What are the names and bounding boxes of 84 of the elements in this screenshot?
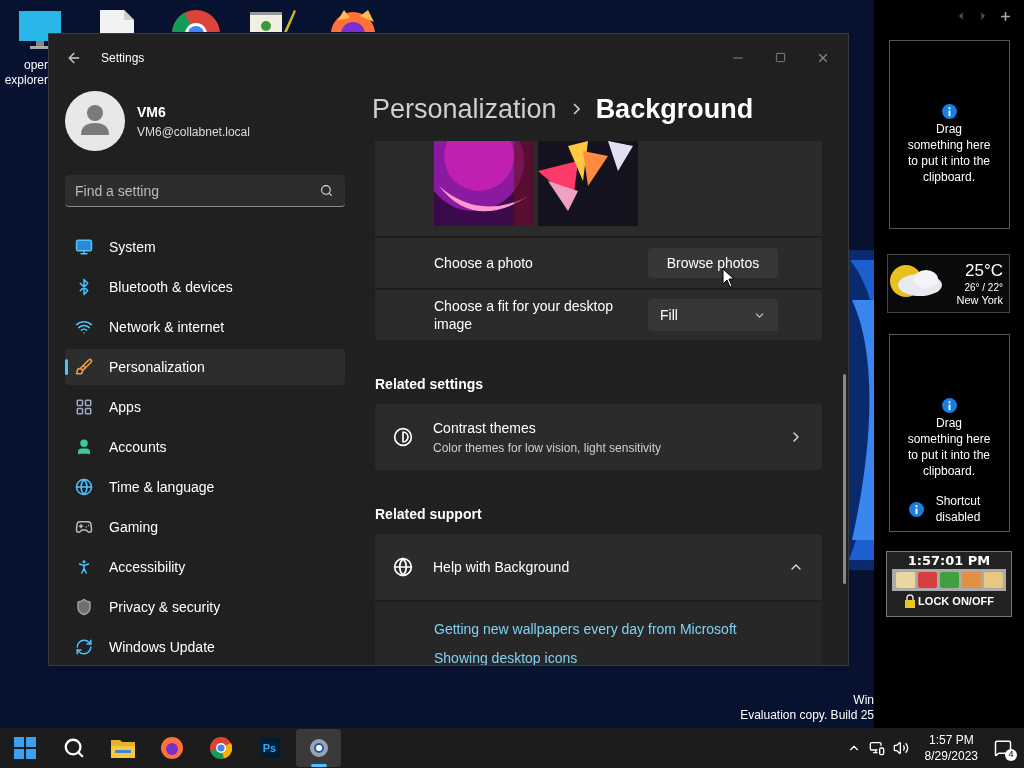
chevron-right-icon bbox=[572, 103, 580, 115]
gamepad-icon bbox=[75, 518, 93, 536]
shortcut-buttons-drawing[interactable] bbox=[892, 569, 1006, 591]
refresh-icon bbox=[75, 638, 93, 656]
nav-item[interactable]: Accounts bbox=[65, 429, 345, 465]
info-icon bbox=[941, 104, 957, 119]
nav-item[interactable]: Accessibility bbox=[65, 549, 345, 585]
nav-item[interactable]: Apps bbox=[65, 389, 345, 425]
clipboard-message: Drag something here to put it into the clipboard. bbox=[907, 415, 991, 479]
folder-icon bbox=[110, 738, 135, 758]
taskbar-button[interactable]: Ps bbox=[247, 729, 292, 767]
globe-icon bbox=[75, 478, 93, 496]
clipboard-message: Drag something here to put it into the clipboard. bbox=[907, 121, 991, 185]
card-title: Contrast themes bbox=[433, 418, 537, 438]
windows-logo-icon bbox=[13, 737, 36, 759]
volume-icon[interactable] bbox=[892, 740, 909, 756]
info-icon bbox=[909, 501, 924, 517]
clock-gadget[interactable]: 1:57:01 PM LOCK ON/OFF bbox=[886, 551, 1012, 617]
nav-item[interactable]: Time & language bbox=[65, 469, 345, 505]
taskbar-date[interactable]: 8/29/2023 bbox=[924, 748, 978, 764]
padlock-icon bbox=[904, 594, 917, 609]
help-link[interactable]: Showing desktop icons bbox=[434, 649, 822, 665]
chrome-icon bbox=[209, 737, 232, 759]
nav-item[interactable]: Bluetooth & devices bbox=[65, 269, 345, 305]
nav-item[interactable]: System bbox=[65, 229, 345, 265]
search-icon bbox=[62, 737, 85, 759]
breadcrumb-parent[interactable]: Personalization bbox=[372, 88, 557, 130]
help-link[interactable]: Getting new wallpapers every day from Microsoft bbox=[434, 620, 822, 639]
info-icon bbox=[941, 398, 957, 413]
desktop-icon-label[interactable]: oper bbox=[23, 58, 48, 73]
contrast-themes-card[interactable]: Contrast themes Color themes for low vision, light sensitivity bbox=[375, 404, 822, 470]
fit-dropdown[interactable]: Fill bbox=[648, 299, 778, 331]
clipboard-gadget[interactable]: Drag something here to put it into the clipboard. Shortcut disabled bbox=[888, 334, 1010, 532]
contrast-icon bbox=[393, 427, 413, 447]
shield-icon bbox=[75, 598, 93, 616]
setting-label: Choose a photo bbox=[434, 254, 534, 272]
maximize-icon[interactable] bbox=[775, 52, 786, 63]
setting-label: Choose a fit for your desktop image bbox=[434, 297, 614, 333]
search-icon[interactable] bbox=[320, 184, 333, 197]
shortcut-note: Shortcut disabled bbox=[934, 493, 982, 525]
notepad-icon[interactable] bbox=[250, 10, 296, 32]
brush-icon bbox=[75, 358, 93, 376]
taskbar-time[interactable]: 1:57 PM bbox=[928, 732, 974, 748]
evaluation-watermark: Win bbox=[853, 693, 874, 708]
card-subtitle: Color themes for low vision, light sensitivity bbox=[433, 439, 662, 457]
nav-item[interactable]: Windows Update bbox=[65, 629, 345, 665]
page-title: Background bbox=[595, 92, 754, 126]
nav-item[interactable]: Network & internet bbox=[65, 309, 345, 345]
firefox-icon bbox=[160, 737, 183, 759]
wifi-icon bbox=[75, 318, 93, 336]
account-name: VM6 bbox=[137, 102, 167, 122]
lock-label[interactable]: LOCK ON/OFF bbox=[918, 593, 994, 610]
photoshop-icon: Ps bbox=[259, 738, 280, 758]
network-icon[interactable] bbox=[868, 740, 885, 756]
gear-icon bbox=[307, 737, 330, 759]
weather-gadget[interactable]: 25°C 26° / 22° New York bbox=[887, 254, 1010, 313]
window-title: Settings bbox=[101, 49, 145, 67]
notification-icon[interactable] bbox=[994, 739, 1012, 757]
help-expander[interactable]: Help with Background bbox=[375, 534, 822, 600]
add-icon[interactable] bbox=[999, 9, 1012, 23]
monitor-icon[interactable] bbox=[18, 10, 62, 50]
document-icon[interactable] bbox=[100, 10, 134, 33]
clipboard-gadget[interactable]: Drag something here to put it into the clipboard. bbox=[888, 40, 1010, 229]
monitor-icon bbox=[75, 238, 93, 256]
nav-item[interactable]: Personalization bbox=[65, 349, 345, 385]
gadget-time: 1:57:01 PM bbox=[907, 552, 991, 569]
browse-photos-button[interactable]: Browse photos bbox=[648, 248, 778, 278]
evaluation-watermark: Evaluation copy. Build 25 bbox=[740, 708, 874, 723]
nav-item[interactable]: Gaming bbox=[65, 509, 345, 545]
person-icon bbox=[75, 438, 93, 456]
search-field[interactable]: Find a setting bbox=[65, 175, 345, 207]
scrollbar[interactable] bbox=[843, 374, 846, 584]
desktop-icon-label[interactable]: explorer bbox=[4, 73, 48, 88]
temperature: 25°C bbox=[965, 260, 1003, 281]
account-email: VM6@collabnet.local bbox=[137, 123, 250, 141]
city: New York bbox=[956, 293, 1003, 307]
globe-icon bbox=[393, 557, 413, 577]
section-heading: Related settings bbox=[375, 375, 485, 394]
nav-item[interactable]: Privacy & security bbox=[65, 589, 345, 625]
temperature-range: 26° / 22° bbox=[964, 280, 1003, 294]
avatar bbox=[65, 91, 125, 151]
section-heading: Related support bbox=[375, 505, 483, 524]
grid-icon bbox=[75, 398, 93, 416]
notification-count: 4 bbox=[1005, 749, 1017, 761]
